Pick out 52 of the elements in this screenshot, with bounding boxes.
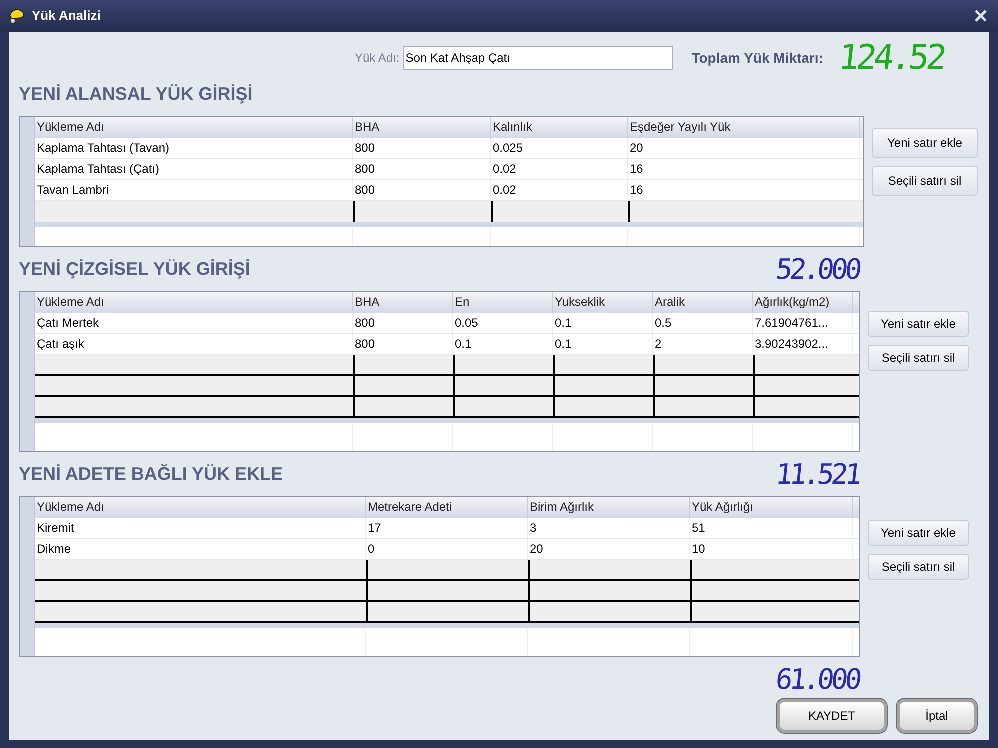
table-cell: Çatı aşık <box>35 334 353 354</box>
table-cell: 800 <box>353 334 453 354</box>
section-title: YENİ ÇİZGİSEL YÜK GİRİŞİ <box>19 258 250 281</box>
subtotal-display: 61.000 <box>774 665 861 695</box>
table-cell: 0.1 <box>553 313 653 333</box>
table-cell: 51 <box>690 518 853 538</box>
name-input[interactable]: Son Kat Ahşap Çatı <box>402 46 673 70</box>
row-button[interactable]: Yeni satır ekle <box>872 128 978 158</box>
table-cell: 0.02 <box>491 159 628 179</box>
table-cell: 0.1 <box>553 334 653 354</box>
table-cell: 0 <box>366 539 528 559</box>
row-button[interactable]: Yeni satır ekle <box>868 520 969 546</box>
section-title: YENİ ADETE BAĞLI YÜK EKLE <box>19 463 284 486</box>
table-cell: 800 <box>353 180 491 200</box>
table-cell: 16 <box>628 180 860 200</box>
dialog-button[interactable]: İptal <box>897 699 977 733</box>
table-cell: 2 <box>653 334 753 354</box>
total-label: Toplam Yük Miktarı: <box>692 48 824 68</box>
table-cell: 0.1 <box>453 334 553 354</box>
table-cell: Dikme <box>35 539 366 559</box>
table-cell: 0.02 <box>491 180 628 200</box>
total-display: 124.52 <box>838 43 946 73</box>
table-cell: Kaplama Tahtası (Çatı) <box>35 159 353 179</box>
section-title: YENİ ALANSAL YÜK GİRİŞİ <box>19 83 253 106</box>
table-cell: 17 <box>366 518 528 538</box>
table-cell: 16 <box>628 159 860 179</box>
table-cell: 0.025 <box>491 138 628 158</box>
table-cell: Tavan Lambri <box>35 180 353 200</box>
table-cell: 10 <box>690 539 853 559</box>
table-cell: 0.05 <box>453 313 553 333</box>
row-button[interactable]: Yeni satır ekle <box>868 311 969 337</box>
table-cell: 800 <box>353 138 491 158</box>
dialog-button[interactable]: KAYDET <box>777 699 887 733</box>
table-cell: 800 <box>353 313 453 333</box>
table-cell: Kaplama Tahtası (Tavan) <box>35 138 353 158</box>
table-cell: Çatı Mertek <box>35 313 353 333</box>
app-icon <box>8 7 26 25</box>
window-title: Yük Analizi <box>32 7 101 26</box>
subtotal-display: 52.000 <box>774 255 861 285</box>
row-button[interactable]: Seçili satırı sil <box>868 554 969 580</box>
table-cell: 3 <box>528 518 690 538</box>
table-cell: 0.5 <box>653 313 753 333</box>
table-cell: 7.61904761... <box>753 313 853 333</box>
table-cell: Kiremit <box>35 518 366 538</box>
field-label: Yük Adı: <box>355 50 400 67</box>
table-cell: 20 <box>628 138 860 158</box>
table-cell: 3.90243902... <box>753 334 853 354</box>
row-button[interactable]: Seçili satırı sil <box>868 345 969 371</box>
table-cell: 20 <box>528 539 690 559</box>
row-button[interactable]: Seçili satırı sil <box>872 166 978 196</box>
table-cell: 800 <box>353 159 491 179</box>
subtotal-display: 11.521 <box>774 460 861 490</box>
